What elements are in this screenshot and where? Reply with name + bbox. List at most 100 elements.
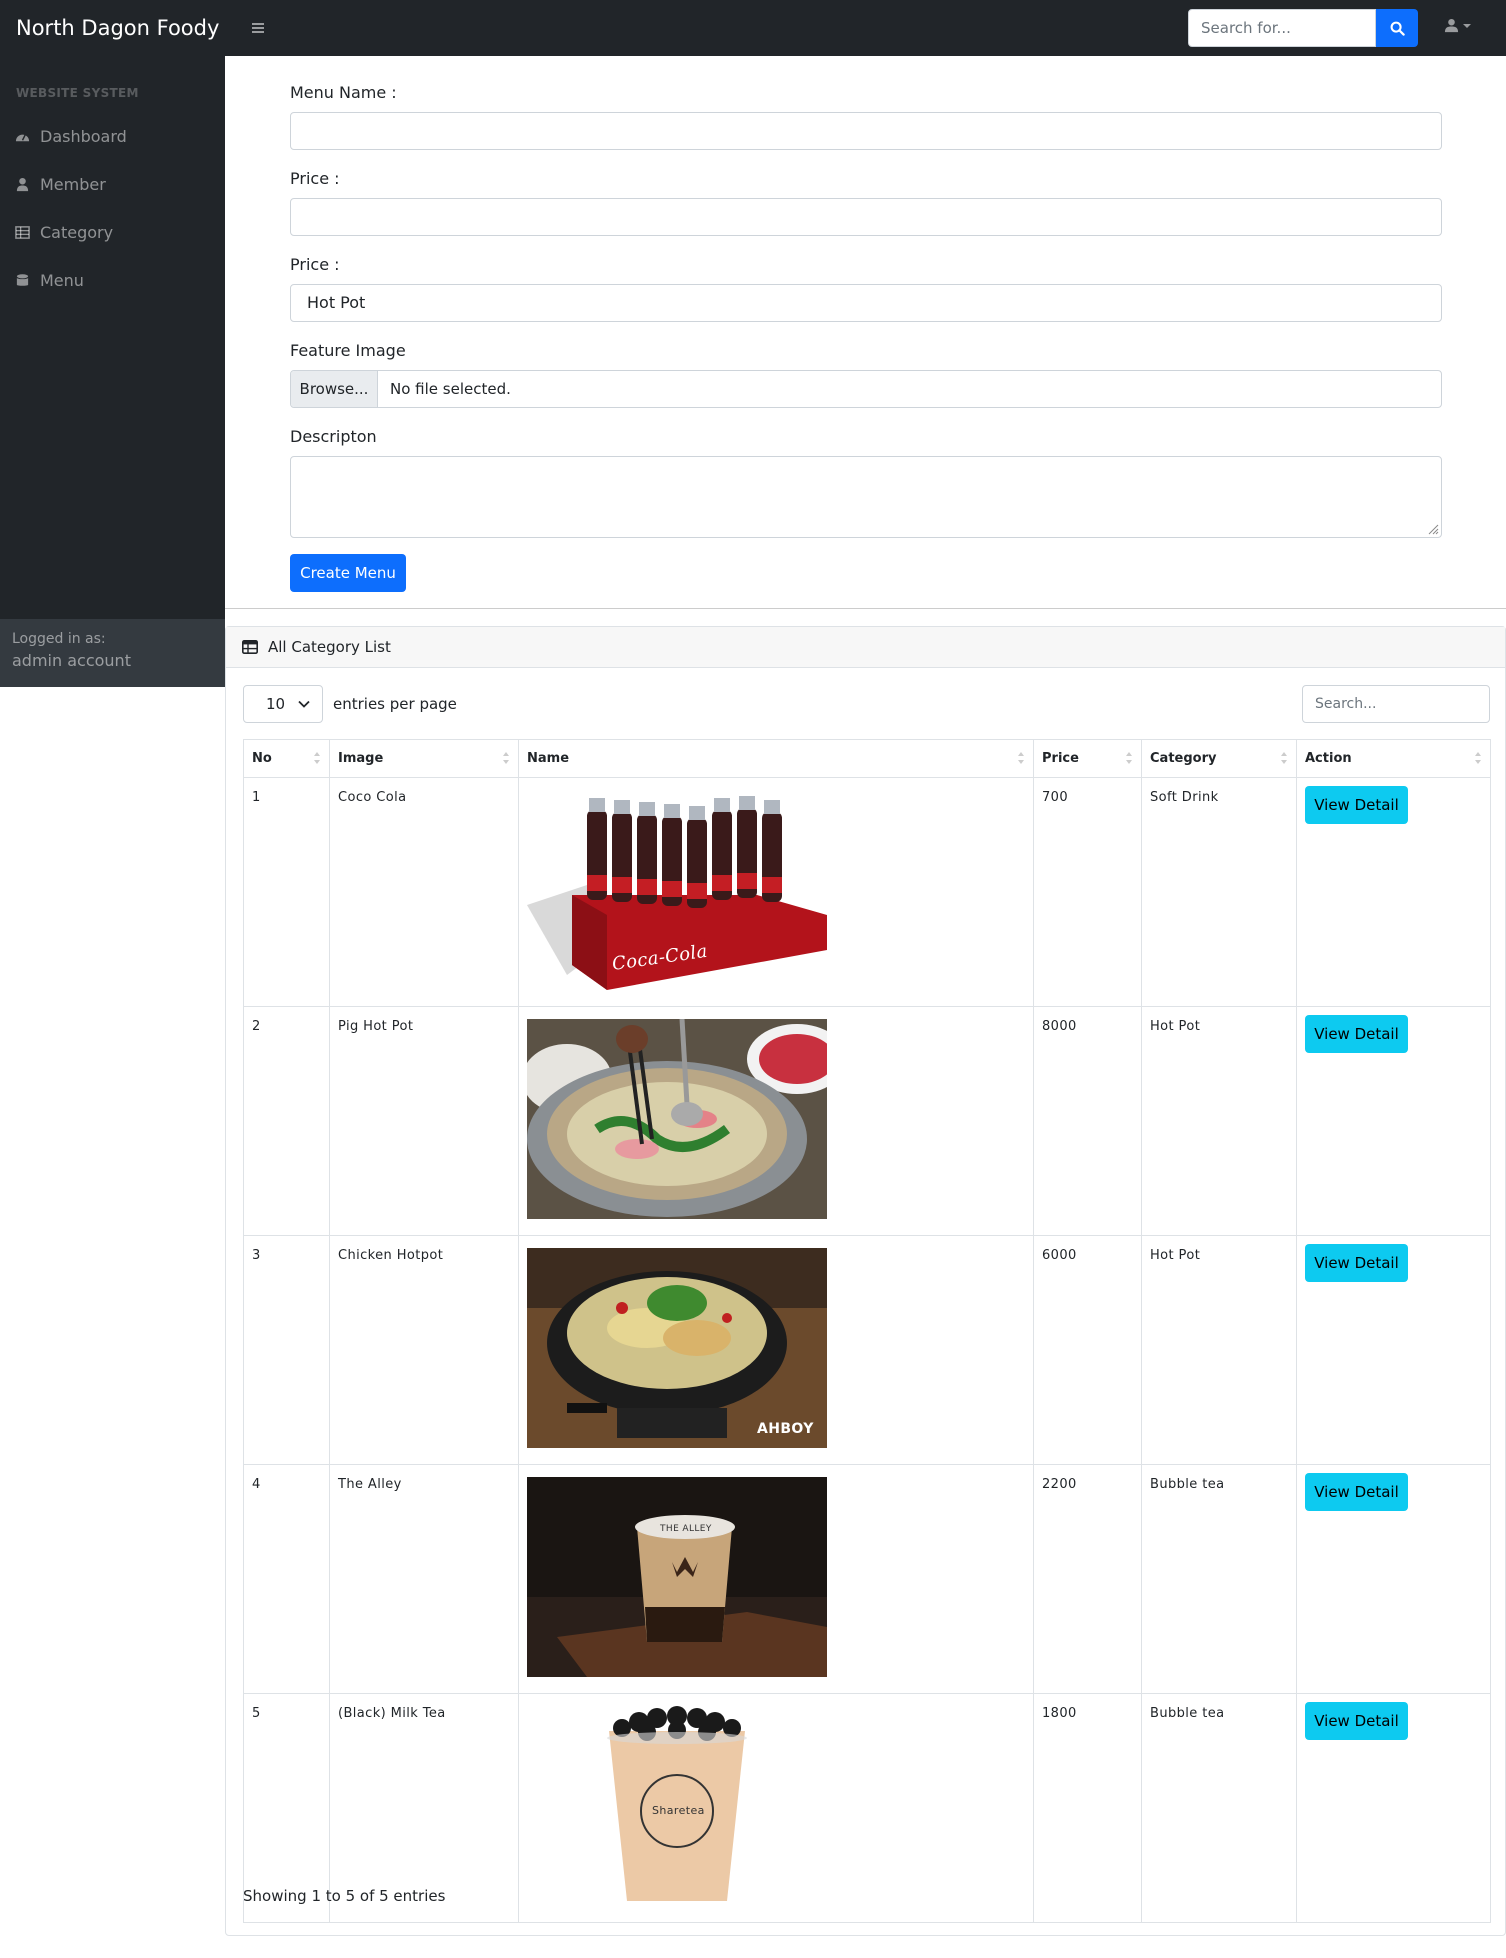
table-search-input[interactable] (1302, 685, 1490, 723)
logged-in-user: admin account (12, 651, 131, 670)
brand-title[interactable]: North Dagon Foody (16, 16, 219, 40)
sidebar-item-label: Category (40, 223, 114, 242)
cell-action: View Detail (1296, 1006, 1491, 1236)
photo-watermark-text: AHBOY (757, 1421, 814, 1437)
col-header-image[interactable]: Image (329, 739, 519, 778)
col-header-name[interactable]: Name (518, 739, 1034, 778)
feature-image-label: Feature Image (290, 341, 406, 360)
sort-icon (502, 752, 510, 766)
create-menu-button[interactable]: Create Menu (290, 554, 406, 592)
category-label: Price : (290, 255, 340, 274)
table-row: 2 Pig Hot Pot 8000 Hot Pot View Detail (243, 1006, 1491, 1236)
cell-photo: Sharetea (518, 1693, 1034, 1923)
col-header-no[interactable]: No (243, 739, 330, 778)
menu-table: No Image Name Price Category Action 1 Co… (243, 739, 1491, 1923)
category-list-card: All Category List 10 entries per page No… (225, 626, 1506, 1936)
sidebar-item-member[interactable]: Member (15, 175, 106, 194)
database-icon (16, 274, 29, 286)
chevron-down-icon (298, 700, 310, 708)
file-status: No file selected. (390, 380, 511, 398)
divider (225, 608, 1506, 609)
resize-handle-icon[interactable] (1427, 523, 1439, 535)
sort-icon (1280, 752, 1288, 766)
cell-category: Hot Pot (1141, 1235, 1297, 1465)
menu-name-input[interactable] (290, 112, 1442, 150)
view-detail-button[interactable]: View Detail (1305, 1702, 1408, 1740)
sort-icon (1474, 752, 1482, 766)
cell-photo: Coca-Cola (518, 777, 1034, 1007)
cell-no: 3 (243, 1235, 330, 1465)
dashboard-icon (15, 134, 30, 142)
sort-icon (1125, 752, 1133, 766)
price-label: Price : (290, 169, 340, 188)
user-icon (16, 177, 29, 192)
view-detail-button[interactable]: View Detail (1305, 1244, 1408, 1282)
cell-action: View Detail (1296, 1464, 1491, 1694)
cup-brand-text: THE ALLEY (659, 1524, 712, 1534)
view-detail-button[interactable]: View Detail (1305, 1473, 1408, 1511)
sidebar-footer: Logged in as: admin account (0, 619, 225, 687)
feature-image-input[interactable]: Browse... No file selected. (290, 370, 1442, 408)
cell-no: 4 (243, 1464, 330, 1694)
col-header-action[interactable]: Action (1296, 739, 1491, 778)
description-label: Descripton (290, 427, 377, 446)
user-dropdown[interactable] (1444, 18, 1471, 33)
sidebar: WEBSITE SYSTEM Dashboard Member Category… (0, 56, 225, 687)
description-textarea[interactable] (290, 456, 1442, 538)
card-header: All Category List (226, 627, 1505, 668)
view-detail-button[interactable]: View Detail (1305, 786, 1408, 824)
cell-photo: THE ALLEY (518, 1464, 1034, 1694)
search-button[interactable] (1376, 9, 1418, 47)
table-row: 3 Chicken Hotpot AHBOY 6000 Hot Pot View… (243, 1235, 1491, 1465)
logged-in-label: Logged in as: (12, 631, 106, 647)
top-search-input[interactable] (1188, 9, 1376, 47)
cell-category: Bubble tea (1141, 1464, 1297, 1694)
table-header-row: No Image Name Price Category Action (243, 739, 1491, 778)
cell-no: 2 (243, 1006, 330, 1236)
cell-image-text: Pig Hot Pot (329, 1006, 519, 1236)
sidebar-item-label: Menu (40, 271, 84, 290)
cell-action: View Detail (1296, 1693, 1491, 1923)
cell-action: View Detail (1296, 1235, 1491, 1465)
milk-tea-photo: Sharetea (527, 1706, 827, 1906)
table-icon (242, 640, 258, 654)
coke-crate-photo: Coca-Cola (527, 790, 827, 990)
per-page-select[interactable]: 10 (243, 685, 323, 723)
cell-price: 6000 (1033, 1235, 1142, 1465)
sidebar-item-label: Dashboard (40, 127, 127, 146)
table-row: 4 The Alley THE ALLEY 2200 Bubble tea Vi… (243, 1464, 1491, 1694)
sidebar-toggle-icon[interactable] (248, 20, 270, 36)
view-detail-button[interactable]: View Detail (1305, 1015, 1408, 1053)
cell-action: View Detail (1296, 777, 1491, 1007)
per-page-label: entries per page (333, 695, 457, 713)
col-header-category[interactable]: Category (1141, 739, 1297, 778)
cell-category: Bubble tea (1141, 1693, 1297, 1923)
cell-category: Hot Pot (1141, 1006, 1297, 1236)
top-search (1188, 9, 1418, 47)
cell-price: 8000 (1033, 1006, 1142, 1236)
per-page-value: 10 (266, 695, 286, 713)
table-row: 1 Coco Cola Coca-Cola 700 Soft Drink Vie… (243, 777, 1491, 1007)
price-input[interactable] (290, 198, 1442, 236)
sidebar-item-menu[interactable]: Menu (15, 271, 84, 290)
cell-price: 1800 (1033, 1693, 1142, 1923)
sidebar-item-dashboard[interactable]: Dashboard (15, 127, 127, 146)
browse-button[interactable]: Browse... (291, 371, 378, 407)
sort-icon (1017, 752, 1025, 766)
cell-price: 2200 (1033, 1464, 1142, 1694)
sidebar-item-label: Member (40, 175, 106, 194)
cell-image-text: Chicken Hotpot (329, 1235, 519, 1465)
cup-brand-text: Sharetea (652, 1804, 705, 1817)
cell-category: Soft Drink (1141, 777, 1297, 1007)
sort-icon (313, 752, 321, 766)
cell-photo: AHBOY (518, 1235, 1034, 1465)
table-icon (15, 226, 30, 239)
cell-image-text: The Alley (329, 1464, 519, 1694)
user-icon (1444, 18, 1459, 33)
sidebar-item-category[interactable]: Category (15, 223, 113, 242)
sidebar-heading: WEBSITE SYSTEM (16, 86, 139, 100)
pig-hotpot-photo (522, 1018, 847, 1219)
cell-no: 1 (243, 777, 330, 1007)
col-header-price[interactable]: Price (1033, 739, 1142, 778)
category-select[interactable]: Hot Pot (290, 284, 1442, 322)
